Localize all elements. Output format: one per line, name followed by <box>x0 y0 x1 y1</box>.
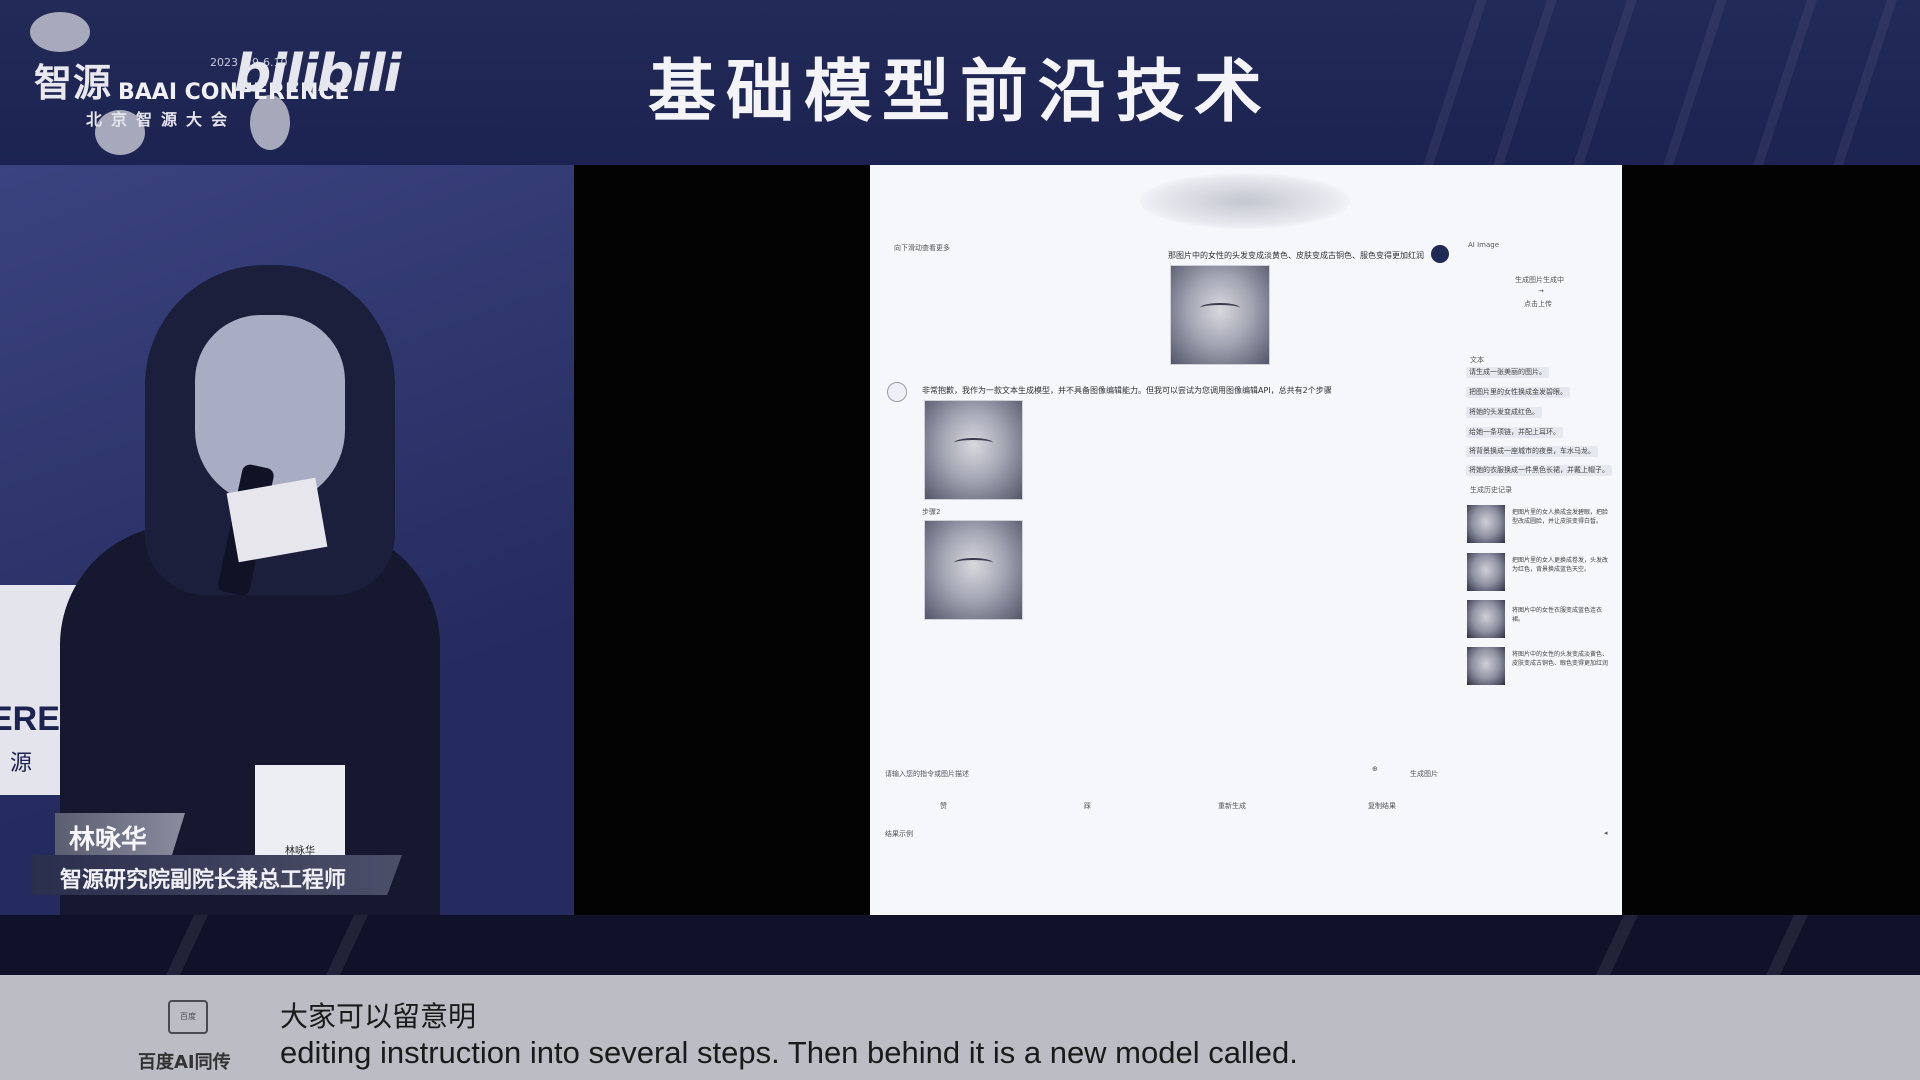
footer-label: 结果示例 <box>885 830 913 838</box>
app-screenshot-slide: 向下滑动查看更多 那图片中的女性的头发变成淡黄色、皮肤变成古铜色、服色变得更加红… <box>870 165 1622 915</box>
upload-link[interactable]: 点击上传 <box>1524 299 1552 309</box>
conference-logo: 智源 BAAI CONFERENCE 2023 6.9-6.10 北京智源大会 … <box>34 28 401 138</box>
translation-icon: 百度 <box>168 1000 208 1034</box>
step2-result-image[interactable] <box>924 520 1023 620</box>
step-label: 步骤2 <box>922 508 941 516</box>
user-avatar <box>1431 245 1449 263</box>
generate-button[interactable]: 生成图片 <box>1410 769 1438 779</box>
speaker-role: 智源研究院副院长兼总工程师 <box>60 868 347 893</box>
prompt-chip[interactable]: 将背景换成一座城市的夜景，车水马龙。 <box>1466 446 1598 457</box>
logo-zh: 智源 <box>34 61 113 105</box>
chat-hint: 向下滑动查看更多 <box>894 244 950 252</box>
bot-avatar-icon <box>887 382 907 402</box>
collapse-icon[interactable]: ◂ <box>1604 829 1608 837</box>
speaker-name: 林咏华 <box>69 825 148 855</box>
translation-provider: 百度AI同传 <box>138 1052 231 1073</box>
history-thumbnail[interactable] <box>1467 600 1505 638</box>
history-item[interactable]: 将图片中的女性的头发变成淡黄色、皮肤变成古铜色、眼色变得更加红润 <box>1512 650 1610 668</box>
event-header: 智源 BAAI CONFERENCE 2023 6.9-6.10 北京智源大会 … <box>0 0 1920 165</box>
lanyard-badge: 林咏华 <box>255 765 345 865</box>
like-button[interactable]: 赞 <box>940 801 947 811</box>
partner-logo: bilibili <box>234 44 401 104</box>
history-item[interactable]: 将图片中的女性衣服变成蓝色连衣裙。 <box>1512 606 1610 624</box>
step1-result-image[interactable] <box>924 400 1023 500</box>
floor-stripe <box>166 915 208 975</box>
bot-message: 非常抱歉，我作为一款文本生成模型，并不具备图像编辑能力。但我可以尝试为您调用图像… <box>922 386 1332 395</box>
backdrop-text: 源 <box>10 751 33 776</box>
prompt-chip[interactable]: 把图片里的女性换成金发碧眼。 <box>1466 387 1570 398</box>
session-title: 基础模型前沿技术 <box>647 53 1272 132</box>
header-blur <box>1140 173 1350 229</box>
header-stripe <box>1573 0 1637 165</box>
section-label: 生成历史记录 <box>1470 486 1512 494</box>
dislike-button[interactable]: 踩 <box>1084 801 1091 811</box>
floor-stripe <box>1766 915 1808 975</box>
speaker-role-tag: 智源研究院副院长兼总工程师 <box>32 855 402 895</box>
chat-input[interactable]: 请输入您的指令或图片描述 <box>885 769 969 779</box>
subtitle-chinese: 大家可以留意明 <box>280 1000 477 1033</box>
history-item[interactable]: 把图片里的女人换成金发碧眼，把脸型改成圆脸，并让皮肤变得白皙。 <box>1512 508 1610 526</box>
prompt-chip[interactable]: 给她一条项链，并配上耳环。 <box>1466 427 1563 438</box>
subtitle-english: editing instruction into several steps. … <box>280 1035 1298 1070</box>
right-panel-header: AI Image <box>1468 241 1500 249</box>
speaker-name-tag: 林咏华 <box>55 813 185 855</box>
history-thumbnail[interactable] <box>1467 647 1505 685</box>
settings-icon[interactable]: ⊕ <box>1372 765 1378 773</box>
history-thumbnail[interactable] <box>1467 553 1505 591</box>
logo-subtitle: 北京智源大会 <box>86 110 237 129</box>
badge-name: 林咏华 <box>285 846 315 857</box>
header-stripe <box>1753 0 1817 165</box>
floor-stripe <box>326 915 368 975</box>
arrow-icon: → <box>1538 287 1544 295</box>
speaker-video: EREN 源 林咏华 林咏华 智源研究院副院长兼总工程师 <box>0 165 574 915</box>
history-item[interactable]: 把图片里的女人更换成卷发，头发改为红色，背景换成蓝色天空。 <box>1512 556 1610 574</box>
right-prompt: 生成图片生成中 <box>1515 276 1564 284</box>
copy-button[interactable]: 复制结果 <box>1368 801 1396 811</box>
prompt-chip[interactable]: 将她的衣服换成一件黑色长裙，并戴上帽子。 <box>1466 465 1612 476</box>
floor-stripe <box>1596 915 1638 975</box>
user-message: 那图片中的女性的头发变成淡黄色、皮肤变成古铜色、服色变得更加红润 <box>1168 251 1424 260</box>
section-label: 文本 <box>1470 356 1484 364</box>
header-stripe <box>1663 0 1727 165</box>
header-stripe <box>1423 0 1487 165</box>
header-stripe <box>1833 0 1897 165</box>
prompt-chip[interactable]: 将她的头发变成红色。 <box>1466 407 1542 418</box>
user-uploaded-image[interactable] <box>1170 265 1270 365</box>
header-stripe <box>1493 0 1557 165</box>
prompt-chip[interactable]: 请生成一张美丽的图片。 <box>1466 367 1549 378</box>
history-thumbnail[interactable] <box>1467 505 1505 543</box>
regenerate-button[interactable]: 重新生成 <box>1218 801 1246 811</box>
